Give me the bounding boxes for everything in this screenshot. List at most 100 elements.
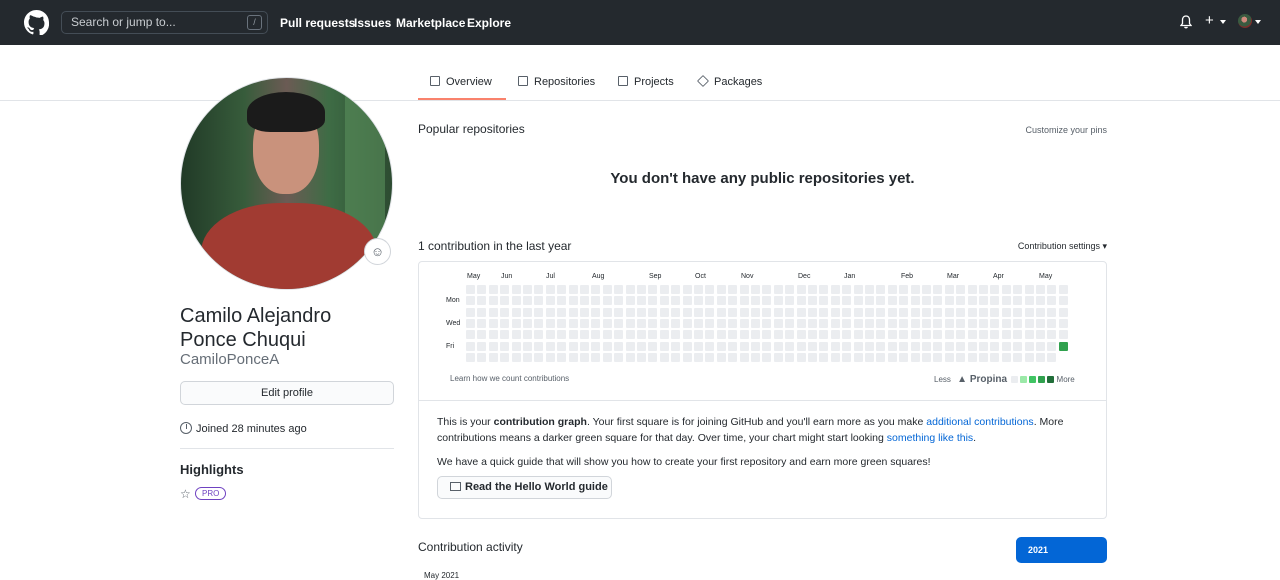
contribution-day-cell[interactable] [944,296,954,306]
contribution-day-cell[interactable] [614,330,624,340]
contribution-day-cell[interactable] [899,330,909,340]
contribution-day-cell[interactable] [865,341,874,351]
contribution-day-cell[interactable] [728,330,738,340]
contribution-day-cell[interactable] [933,307,943,317]
contribution-day-cell[interactable] [819,341,829,351]
contribution-day-cell[interactable] [990,330,1000,340]
contribution-day-cell[interactable] [1013,296,1023,306]
contribution-day-cell[interactable] [659,318,669,328]
contribution-day-cell[interactable] [477,318,487,328]
contribution-day-cell[interactable] [830,318,840,328]
contribution-day-cell[interactable] [614,296,624,306]
contribution-day-cell[interactable] [728,285,738,294]
contribution-day-cell[interactable] [933,296,943,306]
contribution-day-cell[interactable] [785,341,795,351]
contribution-day-cell[interactable] [466,318,475,328]
contribution-day-cell[interactable] [557,318,567,328]
contribution-day-cell[interactable] [591,318,601,328]
contribution-day-cell[interactable] [773,330,783,340]
contribution-day-cell[interactable] [705,330,715,340]
contribution-day-cell[interactable] [773,341,783,351]
contribution-day-cell[interactable] [853,330,863,340]
contribution-day-cell[interactable] [785,307,795,317]
contribution-day-cell[interactable] [944,341,954,351]
contribution-day-cell[interactable] [694,307,703,317]
contribution-day-cell[interactable] [488,341,498,351]
contribution-day-cell[interactable] [1036,296,1045,306]
contribution-day-cell[interactable] [808,352,817,362]
contribution-day-cell[interactable] [1013,330,1023,340]
contribution-day-cell[interactable] [910,330,920,340]
year-2021-button[interactable]: 2021 [1016,537,1107,563]
contribution-day-cell[interactable] [716,341,726,351]
contribution-day-cell[interactable] [602,285,612,294]
contribution-day-cell[interactable] [545,352,555,362]
contribution-day-cell[interactable] [716,285,726,294]
contribution-day-cell[interactable] [876,352,886,362]
contribution-day-cell[interactable] [1036,330,1045,340]
contribution-day-cell[interactable] [1024,285,1034,294]
customize-pins-link[interactable]: Customize your pins [1025,125,1107,135]
contribution-day-cell[interactable] [1047,318,1057,328]
contribution-day-cell[interactable] [967,296,977,306]
contribution-day-cell[interactable] [694,352,703,362]
contribution-day-cell[interactable] [477,296,487,306]
nav-issues[interactable]: Issues [354,16,391,30]
contribution-day-cell[interactable] [671,307,681,317]
contribution-day-cell[interactable] [716,318,726,328]
contribution-day-cell[interactable] [591,296,601,306]
contribution-day-cell[interactable] [887,318,897,328]
contribution-day-cell[interactable] [625,296,635,306]
user-menu-caret-icon[interactable] [1255,20,1261,24]
contribution-day-cell[interactable] [705,318,715,328]
contribution-day-cell[interactable] [523,285,532,294]
contribution-day-cell[interactable] [956,330,966,340]
contribution-day-cell[interactable] [1001,296,1011,306]
contribution-day-cell[interactable] [637,318,646,328]
contribution-day-cell[interactable] [887,307,897,317]
github-logo-icon[interactable] [24,10,49,35]
contribution-day-cell[interactable] [979,330,988,340]
contribution-day-cell[interactable] [602,330,612,340]
contribution-day-cell[interactable] [979,318,988,328]
contribution-day-cell[interactable] [979,307,988,317]
contribution-day-cell[interactable] [808,285,817,294]
contribution-day-cell[interactable] [762,307,772,317]
contribution-day-cell[interactable] [534,285,544,294]
contribution-day-cell[interactable] [602,352,612,362]
contribution-day-cell[interactable] [865,352,874,362]
contribution-day-cell[interactable] [568,285,578,294]
something-like-this-link[interactable]: something like this [887,432,973,444]
contribution-day-cell[interactable] [1058,296,1068,306]
contribution-day-cell[interactable] [865,318,874,328]
contribution-day-cell[interactable] [922,318,931,328]
contribution-day-cell[interactable] [694,318,703,328]
contribution-day-cell[interactable] [967,285,977,294]
contribution-day-cell[interactable] [580,352,589,362]
contribution-day-cell[interactable] [477,341,487,351]
contribution-day-cell[interactable] [614,318,624,328]
contribution-day-cell[interactable] [488,296,498,306]
contribution-day-cell[interactable] [933,352,943,362]
contribution-day-cell[interactable] [922,285,931,294]
contribution-day-cell[interactable] [1036,352,1045,362]
contribution-day-cell[interactable] [511,352,521,362]
contribution-day-cell[interactable] [602,341,612,351]
contribution-day-cell[interactable] [1058,307,1068,317]
contribution-day-cell[interactable] [808,330,817,340]
contribution-day-cell[interactable] [466,285,475,294]
contribution-day-cell[interactable] [580,318,589,328]
contribution-day-cell[interactable] [910,352,920,362]
contribution-day-cell[interactable] [1001,285,1011,294]
contribution-day-cell[interactable] [568,318,578,328]
contribution-day-cell[interactable] [466,330,475,340]
contribution-day-cell[interactable] [614,352,624,362]
contribution-day-cell[interactable] [534,341,544,351]
contribution-day-cell[interactable] [591,330,601,340]
contribution-day-cell[interactable] [808,318,817,328]
contribution-day-cell[interactable] [545,307,555,317]
contribution-day-cell[interactable] [1001,352,1011,362]
contribution-day-cell[interactable] [614,307,624,317]
contribution-day-cell[interactable] [705,341,715,351]
contribution-day-cell[interactable] [602,307,612,317]
